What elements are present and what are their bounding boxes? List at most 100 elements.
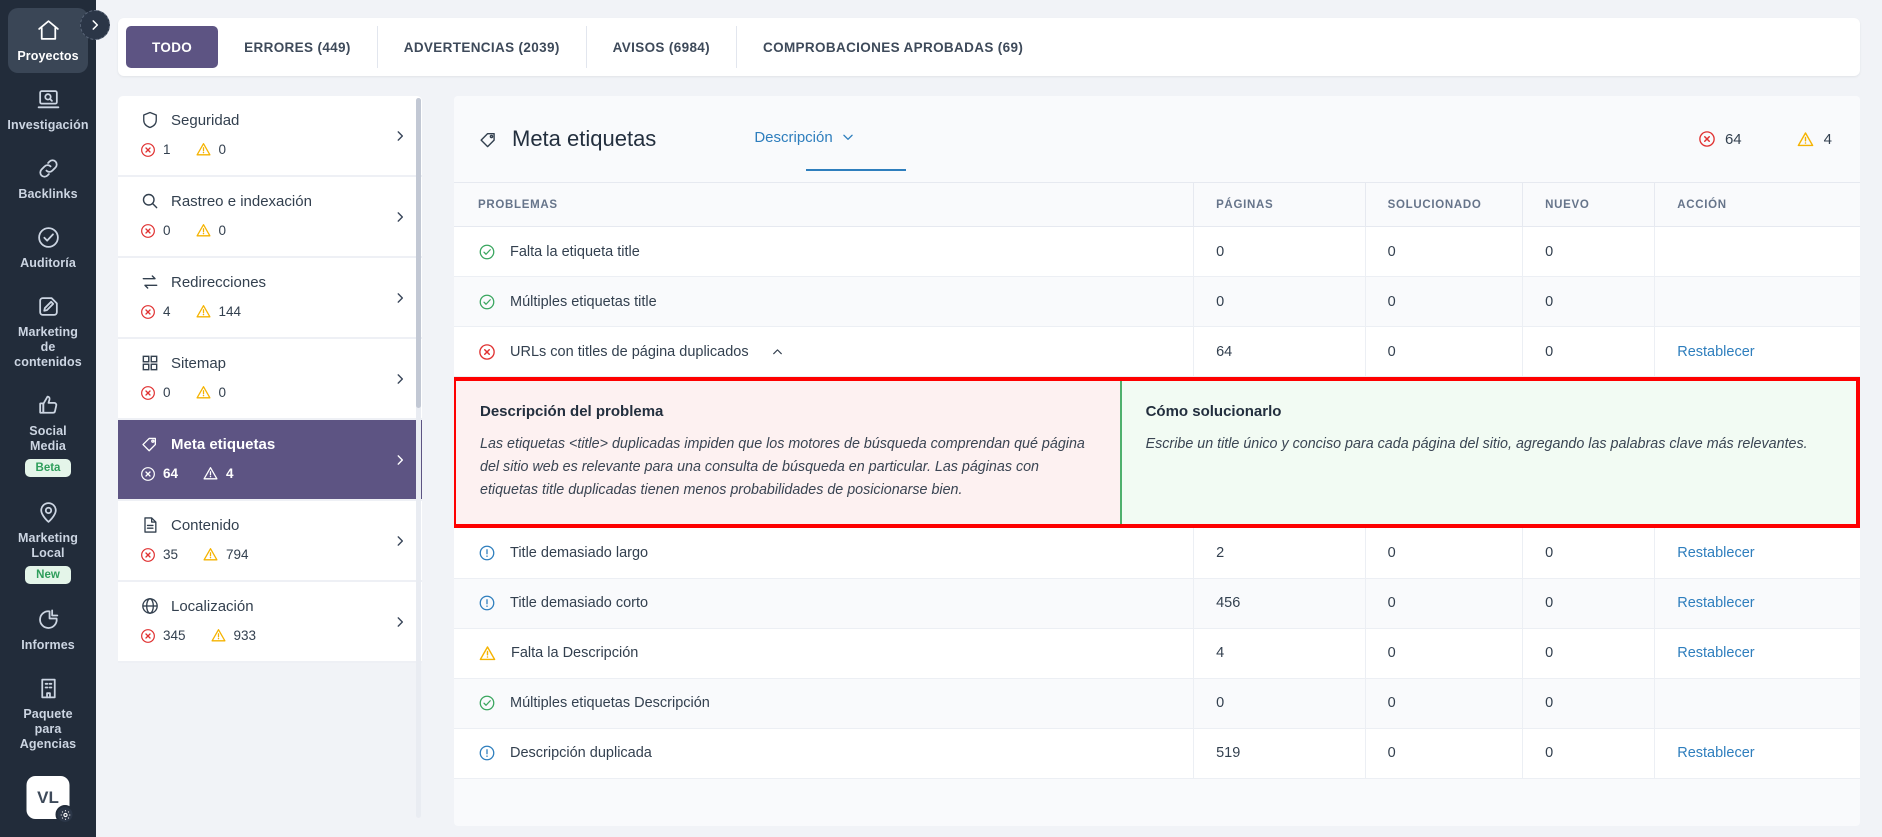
- category-item-sitemap[interactable]: Sitemap 0 0: [118, 339, 422, 420]
- issue-pages: 519: [1193, 728, 1366, 779]
- issue-pages: 0: [1193, 678, 1366, 729]
- table-row[interactable]: Descripción duplicada 519 0 0 Restablece…: [454, 728, 1860, 779]
- issue-name: Title demasiado corto: [510, 595, 649, 611]
- tab-avisos[interactable]: AVISOS (6984): [587, 26, 738, 68]
- issue-explanation-highlight: Descripción del problema Las etiquetas <…: [454, 377, 1860, 528]
- shield-icon: [140, 110, 160, 130]
- nav-item-informes[interactable]: Informes: [8, 597, 88, 662]
- chevron-down-icon: [841, 130, 855, 144]
- nav-label: Social Media: [29, 424, 67, 453]
- tag-icon: [478, 129, 499, 150]
- header-error-count: 64: [1698, 130, 1742, 148]
- swap-arrows-icon: [140, 272, 160, 292]
- category-error-stat: 1: [140, 142, 171, 158]
- status-notice-icon: [478, 594, 496, 612]
- active-filter-underline: [806, 169, 906, 171]
- nav-item-investigacion[interactable]: Investigación: [7, 77, 89, 142]
- chevron-right-icon: [393, 615, 407, 629]
- issue-table-panel: Meta etiquetas Descripción 64 4 PROBLEMA…: [454, 96, 1860, 826]
- category-item-rastreo-e-indexacion[interactable]: Rastreo e indexación 0 0: [118, 177, 422, 258]
- reset-link[interactable]: Restablecer: [1677, 745, 1754, 761]
- tab-advertencias[interactable]: ADVERTENCIAS (2039): [378, 26, 587, 68]
- category-error-stat: 64: [140, 466, 178, 482]
- category-list: Seguridad 1 0 Rastreo e indexación 0 0 R…: [118, 96, 422, 826]
- issue-new: 0: [1522, 678, 1656, 729]
- sidebar-collapse-button[interactable]: [80, 10, 110, 40]
- category-item-seguridad[interactable]: Seguridad 1 0: [118, 96, 422, 177]
- home-icon: [36, 18, 61, 44]
- category-error-count: 0: [163, 223, 171, 238]
- category-warning-stat: 794: [202, 546, 249, 563]
- category-error-stat: 345: [140, 628, 186, 644]
- category-item-redirecciones[interactable]: Redirecciones 4 144: [118, 258, 422, 339]
- nav-label: Backlinks: [18, 187, 78, 201]
- pencil-square-icon: [36, 294, 61, 320]
- category-warning-count: 794: [226, 547, 249, 562]
- category-warning-stat: 4: [202, 465, 234, 482]
- issue-filter-tabs: TODO ERRORES (449) ADVERTENCIAS (2039) A…: [118, 18, 1860, 76]
- reset-link[interactable]: Restablecer: [1677, 344, 1754, 360]
- status-ok-icon: [478, 293, 496, 311]
- category-item-localizacion[interactable]: Localización 345 933: [118, 582, 422, 663]
- page-title: Meta etiquetas: [512, 126, 657, 151]
- reset-link[interactable]: Restablecer: [1677, 595, 1754, 611]
- gear-icon[interactable]: [55, 805, 75, 824]
- how-to-fix-panel: Cómo solucionarlo Escribe un title único…: [1119, 381, 1856, 524]
- reset-link[interactable]: Restablecer: [1677, 645, 1754, 661]
- warning-triangle-icon: [1796, 130, 1815, 149]
- tab-todo[interactable]: TODO: [126, 26, 219, 68]
- category-item-contenido[interactable]: Contenido 35 794: [118, 501, 422, 582]
- table-row[interactable]: Múltiples etiquetas Descripción 0 0 0: [454, 678, 1860, 729]
- nav-item-marketing-local[interactable]: Marketing Local New: [8, 490, 88, 593]
- status-ok-icon: [478, 694, 496, 712]
- category-error-count: 1: [163, 142, 171, 157]
- warning-triangle-icon: [202, 465, 219, 482]
- category-item-meta-etiquetas[interactable]: Meta etiquetas 64 4: [118, 420, 422, 501]
- table-row[interactable]: Title demasiado corto 456 0 0 Restablece…: [454, 578, 1860, 629]
- table-row[interactable]: Falta la Descripción 4 0 0 Restablecer: [454, 628, 1860, 679]
- nav-item-marketing-de-contenidos[interactable]: Marketing de contenidos: [8, 284, 88, 379]
- warning-triangle-icon: [195, 303, 212, 320]
- issue-action: [1654, 678, 1860, 729]
- category-warning-count: 4: [226, 466, 234, 481]
- column-header-accion: ACCIÓN: [1654, 182, 1860, 227]
- nav-item-proyectos[interactable]: Proyectos: [8, 8, 88, 73]
- description-filter-dropdown[interactable]: Descripción: [754, 129, 854, 150]
- error-circle-icon: [140, 142, 156, 158]
- category-scrollbar-thumb[interactable]: [416, 98, 421, 408]
- chevron-right-icon: [393, 129, 407, 143]
- issue-action: [1654, 276, 1860, 327]
- table-row[interactable]: Title demasiado largo 2 0 0 Restablecer: [454, 528, 1860, 579]
- column-header-solucionado: SOLUCIONADO: [1365, 182, 1524, 227]
- issue-explanation-row: Descripción del problema Las etiquetas <…: [454, 377, 1860, 528]
- nav-badge-new: New: [25, 566, 71, 584]
- table-row[interactable]: Falta la etiqueta title 0 0 0: [454, 226, 1860, 277]
- reset-link[interactable]: Restablecer: [1677, 545, 1754, 561]
- chevron-right-icon: [393, 372, 407, 386]
- category-warning-count: 0: [218, 142, 227, 157]
- nav-label: Investigación: [7, 118, 89, 132]
- primary-nav-rail: Proyectos Investigación Backlinks Audito…: [0, 0, 96, 837]
- issue-fixed: 0: [1365, 578, 1524, 629]
- warning-triangle-icon: [195, 141, 212, 158]
- category-name: Redirecciones: [171, 273, 267, 291]
- chevron-up-icon[interactable]: [771, 345, 784, 358]
- nav-item-paquete-para-agencias[interactable]: Paquete para Agencias: [8, 666, 88, 761]
- warning-triangle-icon: [195, 222, 212, 239]
- pie-chart-icon: [36, 607, 61, 633]
- category-warning-count: 0: [218, 223, 227, 238]
- issue-pages: 4: [1193, 628, 1366, 679]
- table-row-expanded[interactable]: URLs con titles de página duplicados 64 …: [454, 326, 1860, 377]
- issue-name: Múltiples etiquetas title: [510, 293, 657, 310]
- nav-item-social-media[interactable]: Social Media Beta: [8, 383, 88, 486]
- tab-comprobaciones-aprobadas[interactable]: COMPROBACIONES APROBADAS (69): [737, 26, 1049, 68]
- nav-item-backlinks[interactable]: Backlinks: [8, 146, 88, 211]
- category-error-count: 345: [163, 628, 186, 643]
- category-error-stat: 0: [140, 385, 171, 401]
- avatar[interactable]: VL: [26, 776, 75, 824]
- problem-description-title: Descripción del problema: [480, 403, 664, 420]
- tab-errores[interactable]: ERRORES (449): [218, 26, 378, 68]
- column-header-paginas: PÁGINAS: [1193, 182, 1366, 227]
- nav-item-auditoria[interactable]: Auditoría: [8, 215, 88, 280]
- table-row[interactable]: Múltiples etiquetas title 0 0 0: [454, 276, 1860, 327]
